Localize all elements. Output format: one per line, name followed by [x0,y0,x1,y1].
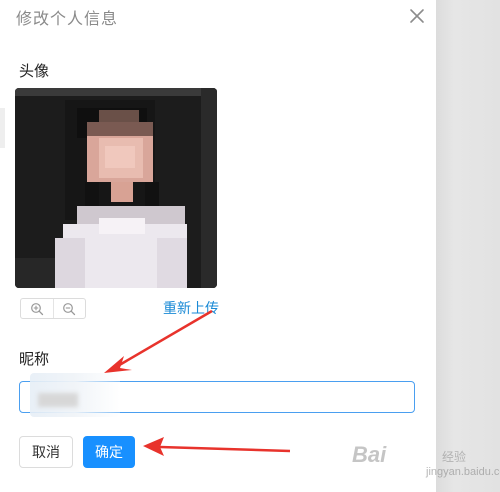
avatar-image [15,88,217,288]
avatar-edge-decoration [0,108,5,148]
nickname-label: 昵称 [19,350,50,368]
avatar-label: 头像 [19,62,50,80]
watermark-brand: Bai [352,442,387,467]
watermark-url: jingyan.baidu.com [426,466,500,478]
confirm-button[interactable]: 确定 [83,436,135,468]
watermark: Bai 经验 jingyan.baidu.com [352,442,500,486]
nickname-redaction [30,373,120,417]
zoom-controls [20,298,86,319]
edit-profile-dialog: 修改个人信息 头像 重新上传 昵称 取消 确定 [0,0,436,492]
overlay-backdrop [436,0,500,492]
dialog-title: 修改个人信息 [16,9,119,28]
close-icon[interactable] [408,7,426,25]
cancel-button[interactable]: 取消 [19,436,73,468]
reupload-link[interactable]: 重新上传 [163,298,219,318]
zoom-out-icon[interactable] [52,299,86,318]
zoom-in-icon[interactable] [21,299,53,318]
watermark-sub: 经验 [442,450,467,464]
